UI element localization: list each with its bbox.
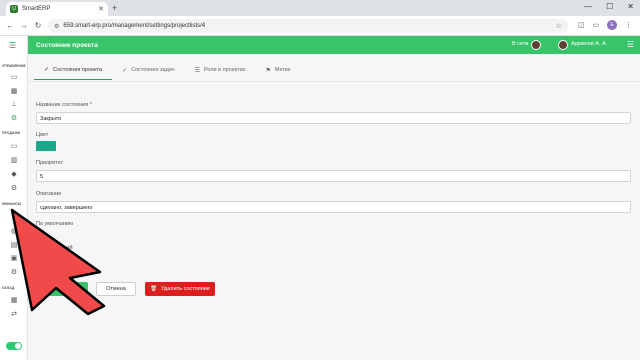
site-info-icon[interactable]: ⚙ bbox=[54, 23, 59, 30]
extensions-icon[interactable]: ◫ bbox=[578, 21, 585, 29]
calendar-icon[interactable]: ▦ bbox=[10, 87, 18, 95]
browser-actions: ◫ ▭ E ⋮ bbox=[578, 20, 632, 30]
priority-input[interactable]: 5 bbox=[36, 170, 631, 182]
monitor-icon[interactable]: ▭ bbox=[10, 142, 18, 150]
tag-icon[interactable]: ◆ bbox=[10, 170, 18, 178]
browser-tab-title: SmartERP bbox=[22, 6, 51, 12]
description-input[interactable]: сделано, завершено bbox=[36, 201, 631, 213]
smarterp-favicon: U bbox=[10, 5, 18, 13]
trash-icon: 🗑 bbox=[150, 286, 158, 292]
maximize-button[interactable]: ☐ bbox=[606, 2, 613, 11]
tab-label: Роли в проектах bbox=[203, 67, 246, 73]
user-name[interactable]: Админов А. А. bbox=[571, 41, 607, 47]
sidebar-section-sales: ПРОДАЖИ bbox=[2, 131, 21, 135]
theme-toggle[interactable] bbox=[6, 342, 22, 350]
back-icon[interactable]: ← bbox=[3, 21, 17, 30]
delete-button-label: Удалить состояние bbox=[161, 286, 210, 292]
tab-labels[interactable]: ⚑ Метки bbox=[255, 64, 300, 80]
url-text: 659.smart-erp.pro/management/settings/pr… bbox=[63, 23, 206, 29]
name-label: Название состояния * bbox=[36, 102, 92, 108]
tab-label: Состояния задач bbox=[131, 67, 175, 73]
settings-tabs: ✓ Состояния проекта ✓ Состояния задач ☰ … bbox=[34, 64, 300, 80]
tab-project-roles[interactable]: ☰ Роли в проектах bbox=[185, 64, 256, 80]
color-label: Цвет bbox=[36, 132, 49, 138]
sidebar-section-management: УПРАВЛЕНИЕ bbox=[2, 64, 26, 68]
browser-tab-strip: U SmartERP ✕ + — ☐ ✕ bbox=[0, 0, 640, 16]
red-pointer-arrow-icon bbox=[10, 208, 106, 316]
description-label: Описание bbox=[36, 191, 62, 197]
list-icon: ☰ bbox=[194, 67, 200, 74]
top-bar: Состояние проекта В сети Админов А. А. ☰ bbox=[28, 36, 640, 54]
tabs-divider bbox=[28, 81, 640, 82]
tab-label: Метки bbox=[274, 67, 291, 73]
side-panel-icon[interactable]: ▭ bbox=[592, 21, 599, 29]
profile-avatar[interactable]: E bbox=[607, 20, 617, 30]
monitor-icon[interactable]: ▭ bbox=[10, 73, 18, 81]
close-window-button[interactable]: ✕ bbox=[627, 2, 634, 11]
check-icon: ✓ bbox=[122, 67, 128, 74]
name-input[interactable]: Закрыто bbox=[36, 112, 631, 124]
gear-icon[interactable]: ⚙ bbox=[10, 184, 18, 192]
forward-icon[interactable]: → bbox=[17, 21, 31, 30]
page-title: Состояние проекта bbox=[36, 41, 98, 49]
building-icon[interactable]: ▥ bbox=[10, 156, 18, 164]
pin-icon[interactable]: ⊥ bbox=[10, 100, 18, 108]
check-icon: ✓ bbox=[44, 67, 50, 73]
online-avatar[interactable] bbox=[531, 40, 541, 50]
priority-label: Приоритет bbox=[36, 160, 64, 166]
browser-menu-icon[interactable]: ⋮ bbox=[625, 21, 632, 29]
online-status: В сети bbox=[512, 41, 529, 47]
tab-label: Состояния проекта bbox=[53, 66, 103, 73]
delete-state-button[interactable]: 🗑 Удалить состояние bbox=[145, 282, 215, 296]
main-content: ✓ Состояния проекта ✓ Состояния задач ☰ … bbox=[28, 54, 640, 360]
color-swatch[interactable] bbox=[36, 141, 56, 151]
close-tab-icon[interactable]: ✕ bbox=[98, 5, 104, 13]
bookmark-star-icon[interactable]: ☆ bbox=[556, 22, 562, 30]
address-bar[interactable]: ⚙ 659.smart-erp.pro/management/settings/… bbox=[48, 19, 568, 33]
new-tab-button[interactable]: + bbox=[112, 3, 117, 13]
reload-icon[interactable]: ↻ bbox=[31, 21, 45, 30]
top-menu-icon[interactable]: ☰ bbox=[627, 40, 634, 49]
window-controls: — ☐ ✕ bbox=[584, 2, 634, 11]
sidebar-menu-icon[interactable]: ☰ bbox=[9, 41, 16, 50]
tab-task-states[interactable]: ✓ Состояния задач bbox=[112, 64, 185, 80]
browser-tab[interactable]: U SmartERP ✕ bbox=[6, 2, 108, 16]
browser-toolbar: ← → ↻ ⚙ 659.smart-erp.pro/management/set… bbox=[0, 16, 640, 36]
flag-icon: ⚑ bbox=[265, 67, 271, 74]
minimize-button[interactable]: — bbox=[584, 2, 592, 11]
settings-gear-icon[interactable]: ⚙ bbox=[10, 114, 18, 122]
tab-project-states[interactable]: ✓ Состояния проекта bbox=[34, 64, 113, 80]
user-avatar[interactable] bbox=[558, 40, 568, 50]
